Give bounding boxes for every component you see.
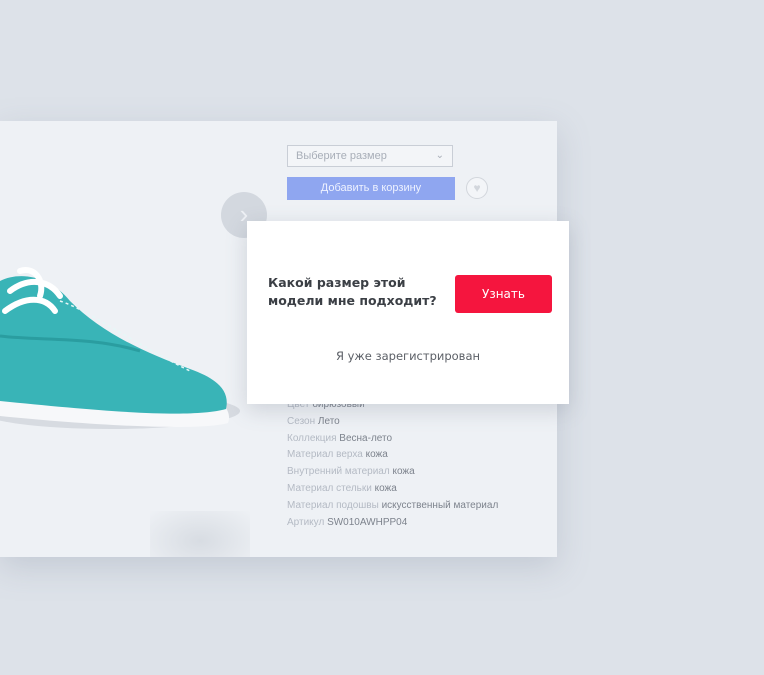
add-to-cart-button[interactable]: Добавить в корзину xyxy=(287,177,455,200)
spec-row: Внутренний материал кожа xyxy=(287,466,415,478)
spec-row: Материал подошвы искусственный материал xyxy=(287,499,499,511)
chevron-down-icon: ⌄ xyxy=(435,150,444,161)
product-specs: Цвет бирюзовый Сезон Лето Коллекция Весн… xyxy=(287,399,498,533)
spec-row: Материал стельки кожа xyxy=(287,482,397,494)
spec-row: Материал верха кожа xyxy=(287,449,388,461)
spec-row: Артикул SW010AWHPP04 xyxy=(287,516,408,528)
image-shadow xyxy=(150,511,250,557)
popup-question: Какой размер этой модели мне подходит? xyxy=(268,275,437,308)
size-advice-popup: Какой размер этой модели мне подходит? У… xyxy=(247,221,569,404)
spec-row: Сезон Лето xyxy=(287,415,340,427)
heart-icon[interactable]: ♥ xyxy=(466,177,488,199)
spec-row: Коллекция Весна-лето xyxy=(287,432,393,444)
already-registered-link[interactable]: Я уже зарегистрирован xyxy=(247,349,569,363)
find-out-button[interactable]: Узнать xyxy=(455,275,552,313)
product-image xyxy=(0,267,240,429)
size-select[interactable]: Выберите размер ⌄ xyxy=(287,145,453,167)
size-select-placeholder: Выберите размер xyxy=(296,150,387,162)
